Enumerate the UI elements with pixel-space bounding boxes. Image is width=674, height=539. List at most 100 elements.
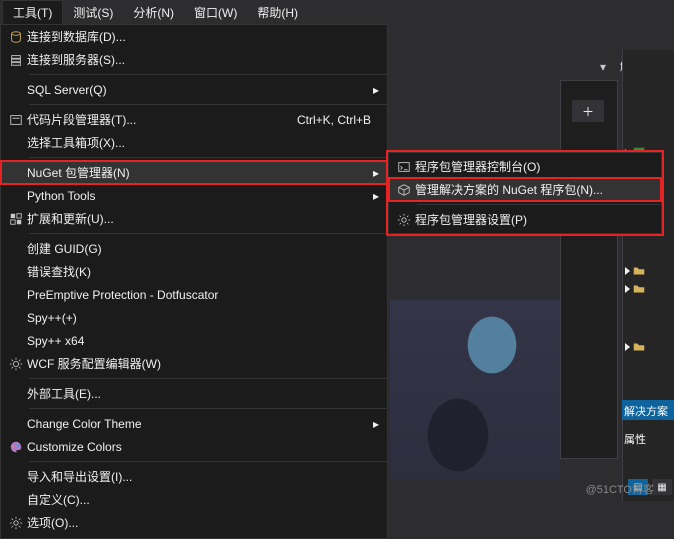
tools-dropdown: 连接到数据库(D)... 连接到服务器(S)... SQL Server(Q) …: [0, 24, 388, 539]
document-toolbar: ▾: [390, 56, 616, 78]
server-icon: [5, 52, 27, 68]
menu-label: Python Tools: [27, 189, 369, 203]
menu-python-tools[interactable]: Python Tools ▸: [1, 184, 387, 207]
menu-separator: [417, 204, 661, 205]
menu-snippet-manager[interactable]: 代码片段管理器(T)... Ctrl+K, Ctrl+B: [1, 108, 387, 131]
package-icon: [393, 182, 415, 198]
menu-separator: [29, 74, 387, 75]
menu-separator: [29, 378, 387, 379]
blank-icon: [5, 241, 27, 257]
submenu-pm-console[interactable]: 程序包管理器控制台(O): [389, 155, 661, 178]
menubar-window[interactable]: 窗口(W): [184, 1, 247, 24]
menu-toolbox-items[interactable]: 选择工具箱项(X)...: [1, 131, 387, 154]
menu-label: 错误查找(K): [27, 263, 379, 280]
nuget-submenu: 程序包管理器控制台(O) 管理解决方案的 NuGet 程序包(N)... 程序包…: [388, 152, 662, 234]
watermark-text: @51CTO博客: [586, 481, 654, 497]
folder-icon: [632, 282, 646, 296]
menu-label: 导入和导出设置(I)...: [27, 468, 379, 485]
menu-connect-database[interactable]: 连接到数据库(D)...: [1, 25, 387, 48]
menu-label: WCF 服务配置编辑器(W): [27, 355, 379, 372]
blank-icon: [5, 386, 27, 402]
blank-icon: [5, 188, 27, 204]
solution-explorer-tab[interactable]: 解决方案: [622, 400, 674, 420]
extensions-icon: [5, 211, 27, 227]
gear-icon: [393, 212, 415, 228]
menu-connect-server[interactable]: 连接到服务器(S)...: [1, 48, 387, 71]
menubar-help[interactable]: 帮助(H): [247, 1, 308, 24]
menu-import-export-settings[interactable]: 导入和导出设置(I)...: [1, 465, 387, 488]
menu-label: 连接到数据库(D)...: [27, 28, 379, 45]
menu-label: 创建 GUID(G): [27, 240, 379, 257]
blank-icon: [5, 416, 27, 432]
menu-label: 外部工具(E)...: [27, 385, 379, 402]
palette-icon: [5, 439, 27, 455]
blank-icon: [5, 165, 27, 181]
submenu-arrow-icon: ▸: [369, 189, 379, 203]
menu-label: SQL Server(Q): [27, 83, 369, 97]
snippet-icon: [5, 112, 27, 128]
menubar-test[interactable]: 测试(S): [63, 1, 123, 24]
menu-external-tools[interactable]: 外部工具(E)...: [1, 382, 387, 405]
menu-customize-colors[interactable]: Customize Colors: [1, 435, 387, 458]
menu-separator: [29, 233, 387, 234]
menu-label: NuGet 包管理器(N): [27, 164, 369, 181]
menu-label: 扩展和更新(U)...: [27, 210, 379, 227]
menu-label: 选项(O)...: [27, 514, 379, 531]
menu-label: Spy++(+): [27, 311, 379, 325]
blank-icon: [5, 310, 27, 326]
menu-spypp-x64[interactable]: Spy++ x64: [1, 329, 387, 352]
menu-label: 自定义(C)...: [27, 491, 379, 508]
blank-icon: [5, 82, 27, 98]
document-thumbnail: [560, 80, 618, 459]
menu-extensions-updates[interactable]: 扩展和更新(U)...: [1, 207, 387, 230]
menu-spypp[interactable]: Spy++(+): [1, 306, 387, 329]
folder-icon: [632, 340, 646, 354]
menu-wcf-config[interactable]: WCF 服务配置编辑器(W): [1, 352, 387, 375]
menu-separator: [29, 408, 387, 409]
tree-item[interactable]: [623, 338, 674, 356]
tree-item[interactable]: [623, 262, 674, 280]
expand-icon: [625, 285, 630, 293]
blank-icon: [5, 287, 27, 303]
gear-icon: [5, 356, 27, 372]
expand-icon: [625, 267, 630, 275]
console-icon: [393, 159, 415, 175]
database-icon: [5, 29, 27, 45]
gear-icon: [5, 515, 27, 531]
submenu-arrow-icon: ▸: [369, 417, 379, 431]
menubar-tools[interactable]: 工具(T): [2, 0, 63, 25]
menu-label: PreEmptive Protection - Dotfuscator: [27, 288, 379, 302]
menu-label: 程序包管理器设置(P): [415, 211, 653, 228]
background-image: [390, 300, 560, 480]
menu-label: Spy++ x64: [27, 334, 379, 348]
folder-icon: [632, 264, 646, 278]
blank-icon: [5, 264, 27, 280]
menu-options[interactable]: 选项(O)...: [1, 511, 387, 534]
menu-label: 管理解决方案的 NuGet 程序包(N)...: [415, 181, 653, 198]
add-button[interactable]: ＋: [572, 100, 604, 122]
menubar: 工具(T) 测试(S) 分析(N) 窗口(W) 帮助(H): [0, 0, 674, 24]
menu-label: 选择工具箱项(X)...: [27, 134, 379, 151]
dropdown-icon[interactable]: ▾: [596, 60, 610, 74]
menu-sql-server[interactable]: SQL Server(Q) ▸: [1, 78, 387, 101]
menu-shortcut: Ctrl+K, Ctrl+B: [297, 113, 379, 127]
submenu-manage-solution-nuget[interactable]: 管理解决方案的 NuGet 程序包(N)...: [389, 178, 661, 201]
menu-create-guid[interactable]: 创建 GUID(G): [1, 237, 387, 260]
layout-mode-alt-icon[interactable]: ▦: [652, 479, 672, 495]
menu-nuget-package-manager[interactable]: NuGet 包管理器(N) ▸: [1, 161, 387, 184]
menu-label: 代码片段管理器(T)...: [27, 111, 297, 128]
menubar-analyze[interactable]: 分析(N): [123, 1, 184, 24]
submenu-arrow-icon: ▸: [369, 166, 379, 180]
menu-error-lookup[interactable]: 错误查找(K): [1, 260, 387, 283]
submenu-pm-settings[interactable]: 程序包管理器设置(P): [389, 208, 661, 231]
menu-dotfuscator[interactable]: PreEmptive Protection - Dotfuscator: [1, 283, 387, 306]
properties-tab[interactable]: 属性: [622, 428, 674, 448]
menu-label: Customize Colors: [27, 440, 379, 454]
blank-icon: [5, 333, 27, 349]
menu-customize[interactable]: 自定义(C)...: [1, 488, 387, 511]
blank-icon: [5, 469, 27, 485]
tree-item[interactable]: [623, 280, 674, 298]
blank-icon: [5, 492, 27, 508]
menu-separator: [29, 157, 387, 158]
menu-change-color-theme[interactable]: Change Color Theme ▸: [1, 412, 387, 435]
